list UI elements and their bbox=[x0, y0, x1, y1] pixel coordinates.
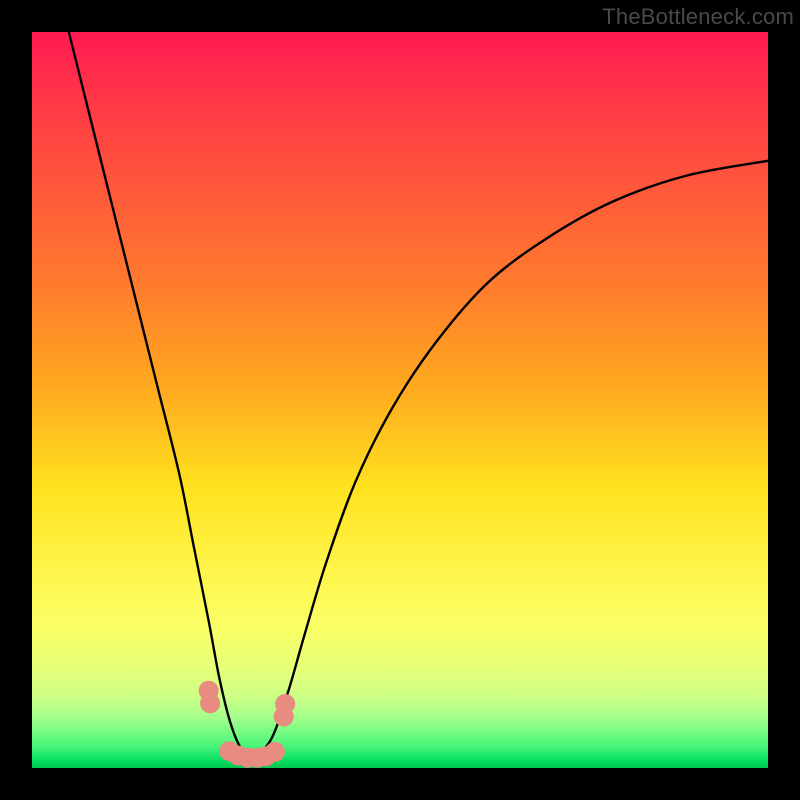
highlight-dot bbox=[200, 693, 220, 713]
chart-frame: TheBottleneck.com bbox=[0, 0, 800, 800]
watermark-text: TheBottleneck.com bbox=[602, 4, 794, 30]
highlight-dot bbox=[275, 694, 295, 714]
highlight-dots-group bbox=[199, 681, 296, 768]
plot-area bbox=[32, 32, 768, 768]
bottleneck-curve bbox=[69, 32, 768, 757]
highlight-dot bbox=[265, 742, 285, 762]
chart-svg bbox=[32, 32, 768, 768]
